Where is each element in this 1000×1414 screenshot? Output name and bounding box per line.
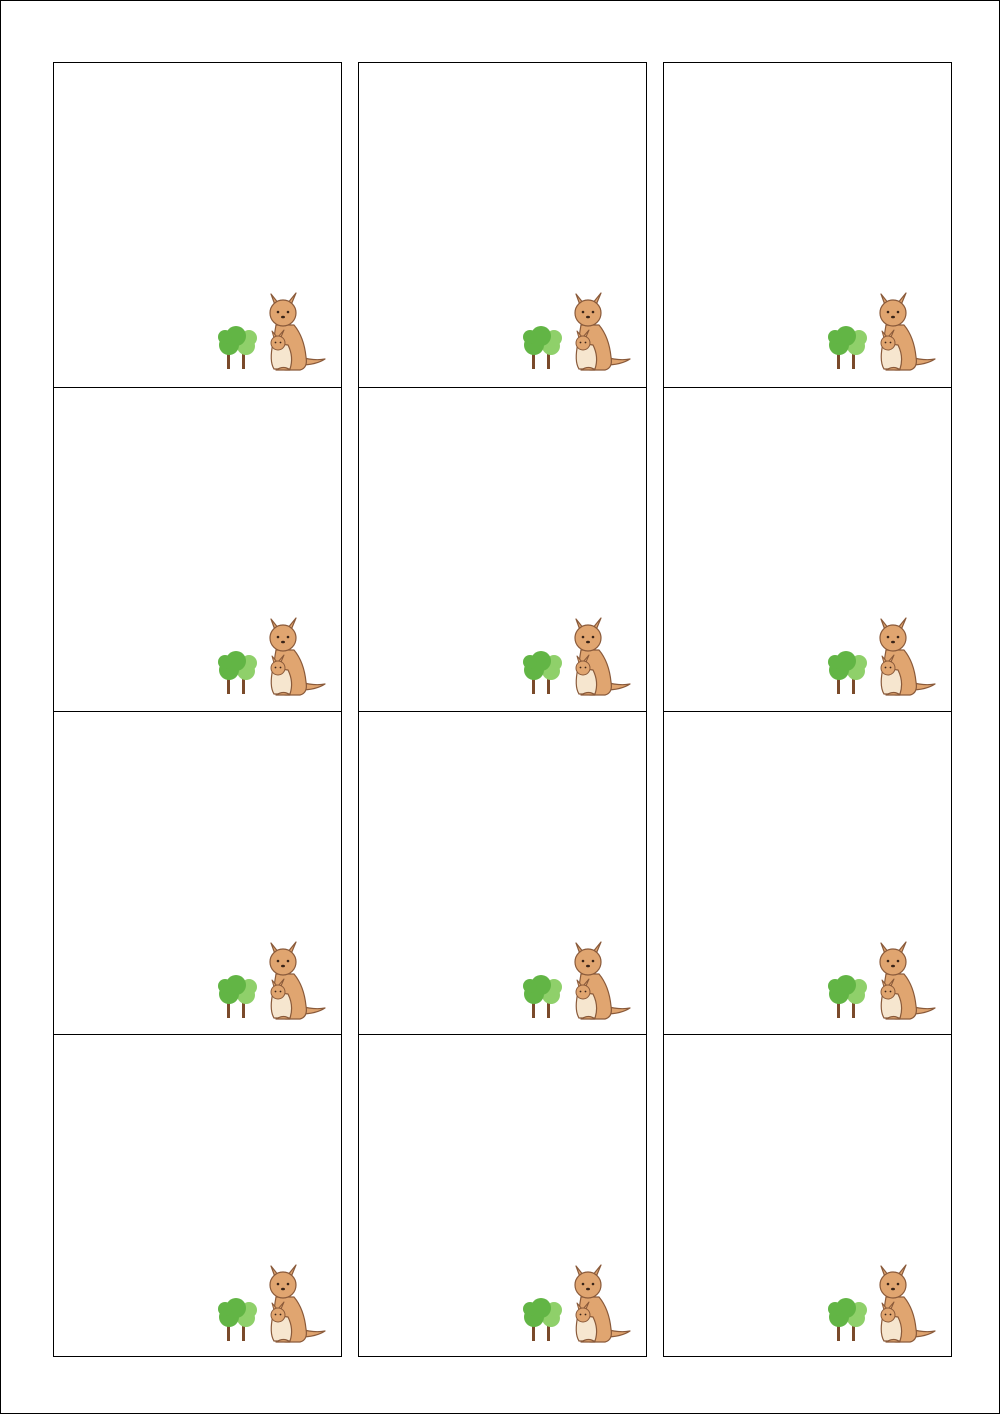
card-illustration xyxy=(826,616,938,698)
tree-icon xyxy=(218,1298,257,1342)
tree-icon xyxy=(218,974,257,1018)
card-r1-c1 xyxy=(54,63,341,387)
kangaroo-with-joey-icon xyxy=(879,940,936,1020)
card-r3-c1 xyxy=(54,710,341,1035)
tree-icon xyxy=(523,650,562,694)
card-r1-c2 xyxy=(359,63,646,387)
card-column-3 xyxy=(663,62,952,1357)
card-illustration xyxy=(216,940,328,1022)
tree-icon xyxy=(218,326,257,369)
kangaroo-with-joey-icon xyxy=(574,1264,631,1343)
card-r2-c2 xyxy=(359,386,646,711)
kangaroo-with-joey-icon xyxy=(269,1264,326,1343)
tree-icon xyxy=(828,326,867,369)
tree-icon xyxy=(523,1298,562,1342)
tree-icon xyxy=(828,974,867,1018)
card-r2-c3 xyxy=(664,386,951,711)
card-illustration xyxy=(826,940,938,1022)
card-r1-c3 xyxy=(664,63,951,387)
card-illustration xyxy=(521,940,633,1022)
kangaroo-with-joey-icon xyxy=(269,292,326,371)
tree-icon xyxy=(828,650,867,694)
card-r3-c2 xyxy=(359,710,646,1035)
tree-icon xyxy=(218,650,257,694)
kangaroo-with-joey-icon xyxy=(574,617,631,696)
card-r4-c3 xyxy=(664,1034,951,1358)
card-illustration xyxy=(521,1263,633,1345)
card-r3-c3 xyxy=(664,710,951,1035)
kangaroo-with-joey-icon xyxy=(879,292,936,371)
kangaroo-with-joey-icon xyxy=(574,292,631,371)
kangaroo-with-joey-icon xyxy=(269,940,326,1020)
card-illustration xyxy=(216,616,328,698)
card-r2-c1 xyxy=(54,386,341,711)
card-illustration xyxy=(216,1263,328,1345)
tree-icon xyxy=(828,1298,867,1342)
card-illustration xyxy=(521,616,633,698)
card-illustration xyxy=(216,291,328,373)
kangaroo-with-joey-icon xyxy=(879,617,936,696)
tree-icon xyxy=(523,974,562,1018)
card-r4-c2 xyxy=(359,1034,646,1358)
card-r4-c1 xyxy=(54,1034,341,1358)
tree-icon xyxy=(523,326,562,369)
card-illustration xyxy=(521,291,633,373)
kangaroo-with-joey-icon xyxy=(879,1264,936,1343)
card-column-2 xyxy=(358,62,647,1357)
kangaroo-with-joey-icon xyxy=(574,940,631,1020)
card-illustration xyxy=(826,1263,938,1345)
card-illustration xyxy=(826,291,938,373)
label-sheet xyxy=(0,0,1000,1414)
card-column-1 xyxy=(53,62,342,1357)
kangaroo-with-joey-icon xyxy=(269,617,326,696)
